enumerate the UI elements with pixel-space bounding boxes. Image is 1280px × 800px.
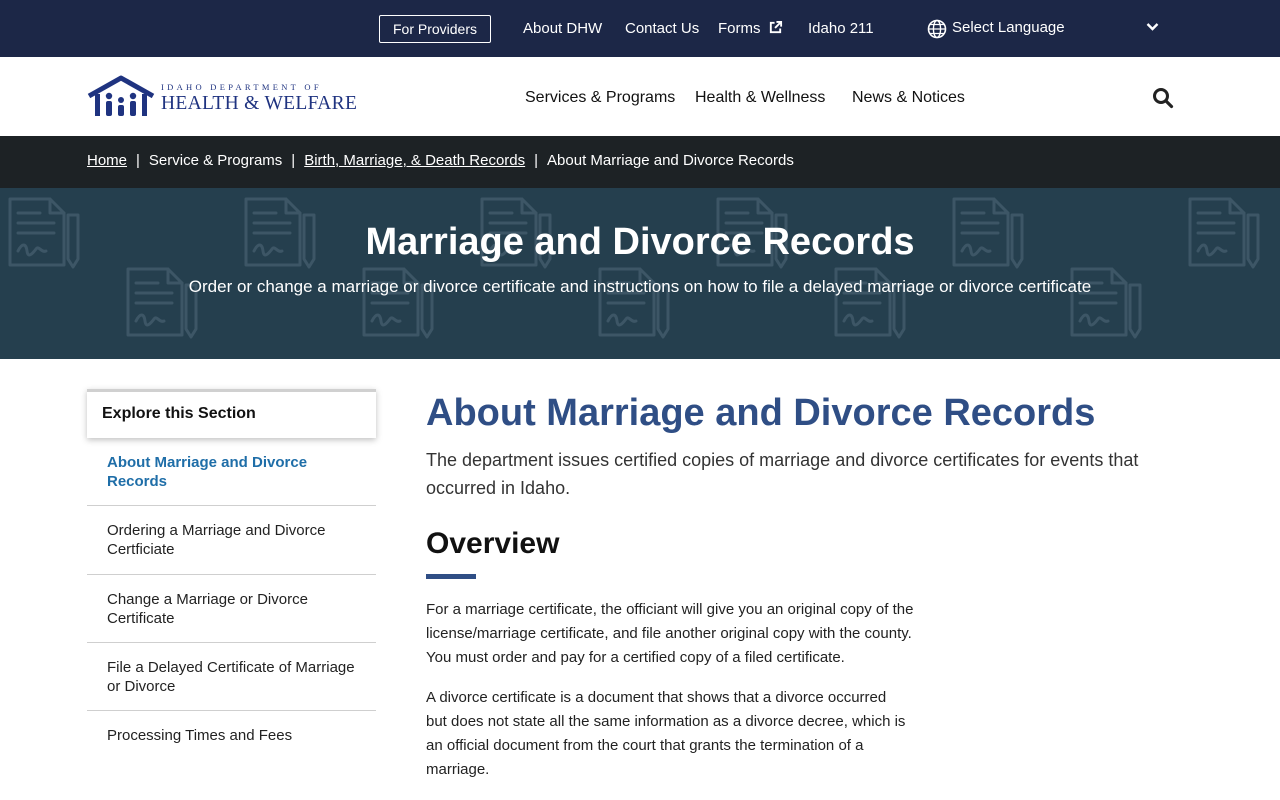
utility-bar: For Providers About DHW Contact Us Forms… <box>0 0 1280 57</box>
external-link-icon <box>769 20 782 34</box>
section-sidebar: Explore this Section About Marriage and … <box>87 389 376 761</box>
document-pattern-icon <box>8 197 1260 339</box>
idaho-211-link[interactable]: Idaho 211 <box>808 19 874 39</box>
search-button[interactable] <box>1151 86 1175 110</box>
breadcrumb-separator: | <box>534 152 539 169</box>
divorce-certificate-paragraph: A divorce certificate is a document that… <box>426 689 906 778</box>
contact-us-link[interactable]: Contact Us <box>625 19 699 39</box>
lead-paragraph: The department issues certified copies o… <box>426 450 1139 498</box>
heading-underline <box>426 574 476 579</box>
about-dhw-link[interactable]: About DHW <box>523 19 602 39</box>
for-providers-button[interactable]: For Providers <box>379 15 491 43</box>
logo-small-text: IDAHO DEPARTMENT OF <box>161 82 322 92</box>
nav-services-programs[interactable]: Services & Programs <box>525 88 675 108</box>
marriage-certificate-paragraph: For a marriage certificate, the offician… <box>426 601 914 666</box>
nav-news-notices[interactable]: News & Notices <box>852 88 965 108</box>
dhw-logo[interactable]: IDAHO DEPARTMENT OF HEALTH & WELFARE <box>87 74 357 120</box>
sidebar-item-change-certificate[interactable]: Change a Marriage or Divorce Certificate <box>87 575 376 643</box>
page-title: About Marriage and Divorce Records <box>426 392 1096 434</box>
sidebar-item-about-records[interactable]: About Marriage and Divorce Records <box>87 438 376 506</box>
hero-title: Marriage and Divorce Records <box>365 221 915 263</box>
explore-section-heading: Explore this Section <box>87 389 376 438</box>
globe-icon <box>927 19 947 39</box>
sidebar-item-processing-times-fees[interactable]: Processing Times and Fees <box>87 711 376 761</box>
forms-link[interactable]: Forms <box>718 19 783 39</box>
breadcrumb: Home | Service & Programs | Birth, Marriage,… <box>0 136 1280 188</box>
search-icon <box>1153 88 1174 109</box>
breadcrumb-separator: | <box>291 152 296 169</box>
forms-link-label: Forms <box>718 20 761 37</box>
hero-subtitle: Order or change a marriage or divorce ce… <box>188 277 1092 296</box>
overview-heading: Overview <box>426 527 560 560</box>
breadcrumb-current: About Marriage and Divorce Records <box>547 152 794 169</box>
chevron-down-icon <box>1146 23 1159 31</box>
logo-big-text: HEALTH & WELFARE <box>161 93 358 114</box>
dhw-logo-icon <box>87 75 155 116</box>
breadcrumb-home-link[interactable]: Home <box>87 152 127 169</box>
sidebar-item-delayed-certificate[interactable]: File a Delayed Certificate of Marriage o… <box>87 643 376 711</box>
language-label: Select Language <box>952 19 1065 36</box>
breadcrumb-separator: | <box>136 152 140 169</box>
language-select[interactable]: Select Language <box>927 18 1159 40</box>
hero-banner: Marriage and Divorce Records Order or ch… <box>0 188 1280 359</box>
breadcrumb-section: Service & Programs <box>148 152 283 169</box>
breadcrumb-parent-link[interactable]: Birth, Marriage, & Death Records <box>304 152 525 169</box>
sidebar-item-ordering-certificate[interactable]: Ordering a Marriage and Divorce Certfici… <box>87 506 376 575</box>
nav-health-wellness[interactable]: Health & Wellness <box>695 88 825 108</box>
